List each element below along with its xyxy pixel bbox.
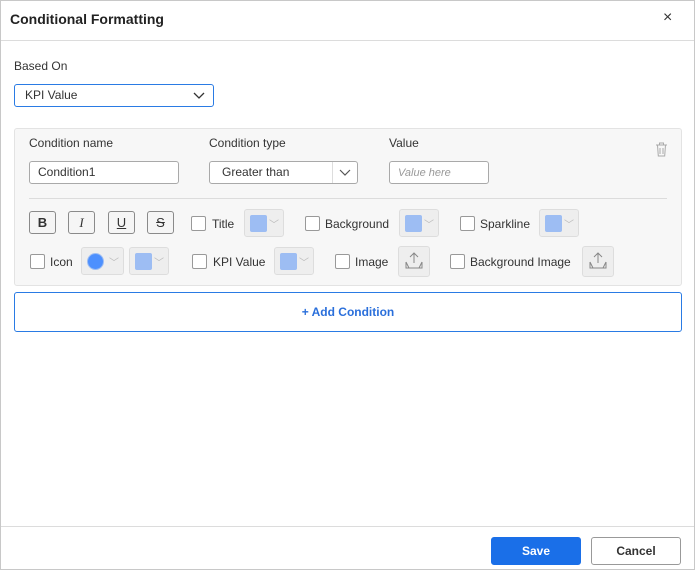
underline-button[interactable]: U <box>108 211 135 234</box>
based-on-label: Based On <box>14 59 68 73</box>
title-checkbox[interactable] <box>191 216 206 231</box>
background-label: Background <box>325 217 390 231</box>
title-label: Title <box>212 217 235 231</box>
background-image-checkbox[interactable] <box>450 254 465 269</box>
color-swatch <box>135 253 152 270</box>
trash-icon[interactable] <box>655 142 668 157</box>
title-color-picker[interactable]: ﹀ <box>244 209 284 237</box>
conditional-formatting-dialog: Conditional Formatting × Based On KPI Va… <box>0 0 695 570</box>
strikethrough-button[interactable]: S <box>147 211 174 234</box>
sparkline-checkbox[interactable] <box>460 216 475 231</box>
color-swatch <box>250 215 267 232</box>
based-on-value: KPI Value <box>25 88 78 102</box>
sparkline-color-picker[interactable]: ﹀ <box>539 209 579 237</box>
kpi-value-checkbox[interactable] <box>192 254 207 269</box>
condition-panel: Condition name Condition type Value Cond… <box>14 128 682 286</box>
chevron-down-icon <box>193 92 205 99</box>
value-placeholder: Value here <box>398 167 451 179</box>
chevron-down-icon: ﹀ <box>564 220 574 231</box>
save-button[interactable]: Save <box>491 537 581 565</box>
chevron-down-icon: ﹀ <box>109 258 119 269</box>
color-swatch <box>280 253 297 270</box>
close-icon[interactable]: × <box>663 9 672 27</box>
italic-button[interactable]: I <box>68 211 95 234</box>
background-image-upload-button[interactable] <box>582 246 614 277</box>
color-swatch <box>405 215 422 232</box>
condition-name-input[interactable]: Condition1 <box>29 161 179 184</box>
icon-picker[interactable]: ﹀ <box>81 247 124 275</box>
background-image-label: Background Image <box>470 255 571 269</box>
footer-divider <box>1 526 694 527</box>
chevron-down-icon: ﹀ <box>269 220 279 231</box>
dialog-title: Conditional Formatting <box>10 11 164 27</box>
condition-type-value: Greater than <box>222 165 290 179</box>
image-label: Image <box>355 255 389 269</box>
cancel-button[interactable]: Cancel <box>591 537 681 565</box>
chevron-down-icon: ﹀ <box>154 258 164 269</box>
upload-icon <box>589 252 607 269</box>
kpi-value-color-picker[interactable]: ﹀ <box>274 247 314 275</box>
kpi-value-label: KPI Value <box>213 255 266 269</box>
based-on-dropdown[interactable]: KPI Value <box>14 84 214 107</box>
sparkline-label: Sparkline <box>480 217 531 231</box>
value-input[interactable]: Value here <box>389 161 489 184</box>
image-checkbox[interactable] <box>335 254 350 269</box>
panel-divider <box>29 198 667 199</box>
color-swatch <box>545 215 562 232</box>
value-label: Value <box>389 136 419 150</box>
icon-color-picker[interactable]: ﹀ <box>129 247 169 275</box>
chevron-down-icon: ﹀ <box>299 258 309 269</box>
icon-label: Icon <box>50 255 73 269</box>
background-color-picker[interactable]: ﹀ <box>399 209 439 237</box>
image-upload-button[interactable] <box>398 246 430 277</box>
dropdown-separator <box>332 162 333 183</box>
condition-type-label: Condition type <box>209 136 286 150</box>
upload-icon <box>405 252 423 269</box>
condition-type-dropdown[interactable]: Greater than <box>209 161 358 184</box>
bold-button[interactable]: B <box>29 211 56 234</box>
condition-name-value: Condition1 <box>38 165 96 179</box>
header-divider <box>1 40 694 41</box>
chevron-down-icon <box>339 169 351 176</box>
chevron-down-icon: ﹀ <box>424 220 434 231</box>
background-checkbox[interactable] <box>305 216 320 231</box>
circle-icon <box>87 253 104 270</box>
icon-checkbox[interactable] <box>30 254 45 269</box>
add-condition-button[interactable]: + Add Condition <box>14 292 682 332</box>
condition-name-label: Condition name <box>29 136 114 150</box>
